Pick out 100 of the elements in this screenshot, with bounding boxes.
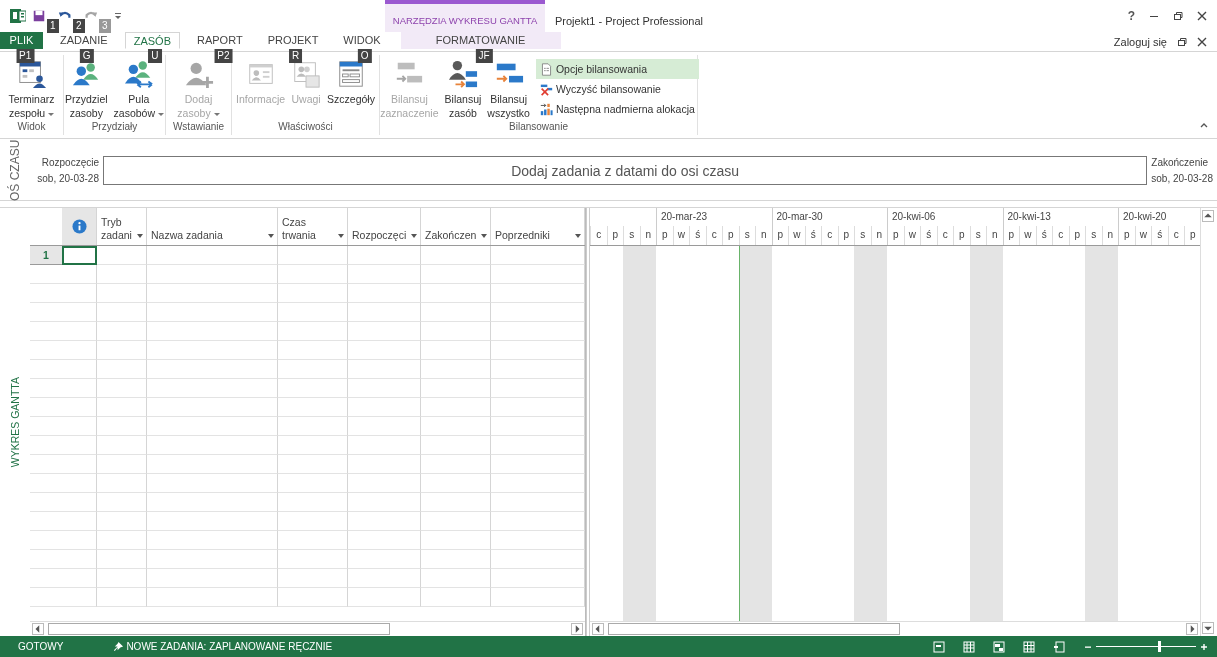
table-cell — [62, 417, 97, 436]
scroll-down-icon[interactable] — [1202, 622, 1214, 634]
scroll-left-icon[interactable] — [592, 623, 604, 635]
keytip-tooltip: O — [357, 49, 372, 63]
day-label: s — [623, 226, 640, 245]
table-cell — [278, 455, 348, 474]
table-cell — [62, 512, 97, 531]
close-icon[interactable] — [1197, 11, 1207, 21]
table-cell[interactable] — [62, 246, 97, 265]
day-label: s — [1085, 226, 1102, 245]
table-cell — [278, 493, 348, 512]
day-label: c — [1167, 226, 1184, 245]
week-label: 20-mar-30 — [776, 211, 823, 222]
day-label: w — [1134, 226, 1151, 245]
table-cell — [421, 303, 491, 322]
table-cell — [421, 322, 491, 341]
table-cell — [97, 569, 147, 588]
info-icon[interactable] — [71, 219, 87, 234]
gantt-view-icon[interactable] — [933, 640, 945, 653]
ribbon-button[interactable]: Wyczyść bilansowanie — [535, 79, 699, 99]
ribbon-tab[interactable]: WIDOK — [335, 32, 389, 49]
table-cell — [421, 550, 491, 569]
keytip-tooltip: JF — [475, 49, 493, 63]
new-tasks-mode[interactable]: NOWE ZADANIA: ZAPLANOWANE RĘCZNIE — [126, 641, 333, 652]
table-cell — [278, 265, 348, 284]
day-label: c — [1052, 226, 1069, 245]
contextual-group-label: NARZĘDZIA WYKRESU GANTTA — [385, 0, 545, 32]
scroll-up-icon[interactable] — [1202, 210, 1214, 222]
column-header[interactable]: Rozpoczęci — [348, 208, 421, 245]
restore-icon[interactable] — [1173, 11, 1183, 21]
column-header[interactable]: Czas trwania — [278, 208, 348, 245]
details-icon — [336, 59, 366, 89]
project-logo-icon[interactable] — [10, 8, 26, 24]
day-label: n — [1101, 226, 1118, 245]
column-header[interactable]: Poprzedniki — [491, 208, 585, 245]
table-cell — [278, 436, 348, 455]
customize-caret-icon[interactable] — [114, 12, 122, 20]
day-label: c — [936, 226, 953, 245]
scroll-left-icon[interactable] — [32, 623, 44, 635]
timeline-label: OŚ CZASU — [6, 141, 23, 200]
ribbon-tab[interactable]: FORMATOWANIE — [400, 32, 561, 49]
ribbon-tab[interactable]: ZADANIE — [52, 32, 116, 49]
ribbon-button[interactable]: Następna nadmierna alokacja — [535, 99, 699, 119]
sheet-view-icon[interactable] — [1023, 640, 1035, 653]
clear-icon — [539, 82, 553, 96]
table-cell — [421, 341, 491, 360]
scroll-right-icon[interactable] — [1186, 623, 1198, 635]
vertical-scrollbar[interactable] — [1200, 208, 1217, 636]
view-label: WYKRES GANTTA — [9, 376, 21, 468]
day-label: n — [639, 226, 656, 245]
table-cell — [62, 303, 97, 322]
day-label: n — [870, 226, 887, 245]
ribbon-button[interactable]: Opcje bilansowania — [535, 59, 699, 79]
group-label: Właściwości — [277, 121, 334, 134]
report-view-icon[interactable] — [1053, 640, 1065, 653]
table-cell — [97, 417, 147, 436]
team-icon — [16, 59, 47, 89]
group-label: Przydziały — [90, 121, 139, 134]
table-cell — [421, 474, 491, 493]
table-cell — [97, 265, 147, 284]
save-icon[interactable] — [32, 9, 46, 23]
day-label: c — [590, 226, 607, 245]
day-label: ś — [920, 226, 937, 245]
close-icon[interactable] — [1197, 36, 1207, 47]
table-cell — [97, 474, 147, 493]
zoom-slider-thumb[interactable] — [1158, 641, 1161, 652]
usage-view-icon[interactable] — [993, 640, 1005, 653]
day-label: s — [854, 226, 871, 245]
table-cell — [62, 588, 97, 607]
column-header[interactable]: Nazwa zadania — [147, 208, 278, 245]
timeline-bar[interactable]: Dodaj zadania z datami do osi czasu — [103, 156, 1148, 185]
sign-in-link[interactable]: Zaloguj się — [1113, 35, 1167, 48]
horizontal-scrollbar[interactable] — [30, 621, 585, 636]
day-label: p — [837, 226, 854, 245]
day-label: ś — [689, 226, 706, 245]
table-cell — [97, 512, 147, 531]
column-header[interactable]: Tryb zadani — [97, 208, 147, 245]
group-label: Wstawianie — [171, 121, 226, 134]
calendar-view-icon[interactable] — [963, 640, 975, 653]
column-header[interactable]: Zakończen — [421, 208, 491, 245]
group-label: Bilansowanie — [508, 121, 569, 134]
row-number[interactable]: 1 — [30, 246, 62, 265]
keytip-tooltip: P2 — [214, 49, 233, 63]
zoom-in-icon[interactable] — [1199, 641, 1209, 652]
restore-icon[interactable] — [1177, 36, 1187, 47]
table-cell — [62, 284, 97, 303]
table-cell — [278, 550, 348, 569]
scroll-right-icon[interactable] — [571, 623, 583, 635]
ribbon-tab[interactable]: PROJEKT — [259, 32, 327, 49]
table-cell — [97, 588, 147, 607]
end-date: sob, 20-03-28 — [1151, 171, 1213, 186]
ribbon-tab[interactable]: ZASÓB — [124, 32, 180, 49]
ribbon-tab[interactable]: PLIK — [0, 32, 43, 49]
day-label: n — [755, 226, 772, 245]
ribbon-tab[interactable]: RAPORT — [189, 32, 251, 49]
keytip: 2 — [73, 19, 85, 33]
week-label: 20-kwi-20 — [1123, 211, 1167, 222]
table-cell — [62, 569, 97, 588]
help-button[interactable]: ? — [1127, 9, 1135, 23]
table-cell — [278, 322, 348, 341]
